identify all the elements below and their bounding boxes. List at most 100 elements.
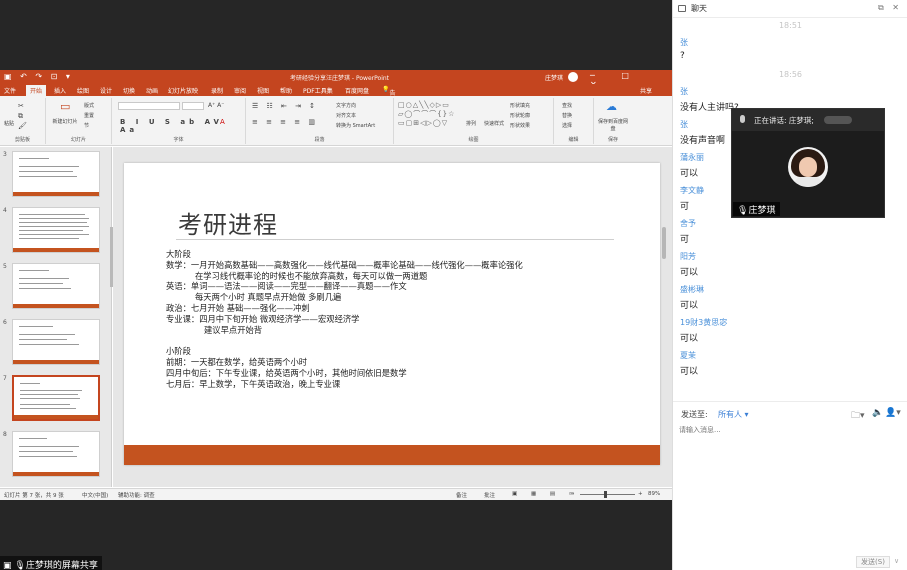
tab-draw[interactable]: 绘图 <box>77 86 89 95</box>
current-slide[interactable]: 考研进程 大阶段 数学：一月开始高数基础——高数强化——线代基础——概率论基础——… <box>124 163 660 465</box>
ribbon-tabs: 文件 开始 插入 绘图 设计 切换 动画 幻灯片放映 录制 审阅 视图 帮助 P… <box>0 84 672 169</box>
message-text: 可以 <box>680 367 699 377</box>
thumb-number: 3 <box>3 151 7 158</box>
slide-thumbnail-selected[interactable] <box>12 375 100 421</box>
slide-text-line: 英语：单词——语法——阅读——完型——翻译——真题——作文 <box>166 281 407 292</box>
zoom-slider[interactable] <box>580 494 635 495</box>
tab-insert[interactable]: 插入 <box>54 86 66 95</box>
accessibility-status[interactable]: 辅助功能: 调查 <box>118 491 155 499</box>
microphone-icon: 🎙 <box>737 206 749 216</box>
format-painter-icon[interactable]: 🖌 <box>18 122 27 130</box>
account-avatar[interactable] <box>568 72 578 82</box>
tab-review[interactable]: 审阅 <box>234 86 246 95</box>
file-icon[interactable]: 🗀▾ <box>851 408 865 424</box>
chat-window-controls[interactable]: ⧉ ✕ <box>878 3 902 13</box>
slide-text-line: 在学习线代概率论的时候也不能放弃高数，每天可以做一两道题 <box>195 270 428 281</box>
message-text: 可以 <box>680 268 699 278</box>
slide-text-line: 四月中旬后：下午专业课，给英语两个小时，其他时间依旧是数学 <box>166 367 407 378</box>
group-label-paragraph: 段落 <box>314 137 325 143</box>
paste-button[interactable]: 粘贴 <box>4 120 14 127</box>
shapes-gallery[interactable]: □○△╲╲◇▷▭ ▱◯⌒⌒⌒{}☆ ▭▢⊞◁▷◯▽ <box>398 101 455 128</box>
font-grow-icon[interactable]: A⁺ A⁻ <box>208 102 224 109</box>
smartart-button[interactable]: 转换为 SmartArt <box>336 122 375 129</box>
zoom-slider-thumb[interactable] <box>604 491 607 498</box>
font-color-icon[interactable]: A <box>220 118 225 126</box>
tab-home[interactable]: 开始 <box>26 85 47 96</box>
tab-help[interactable]: 帮助 <box>280 86 292 95</box>
slide-thumbnail[interactable] <box>12 151 100 197</box>
quick-access-toolbar[interactable]: ▣ ↶ ↷ ⊡ ▾ <box>4 72 73 81</box>
text-direction-button[interactable]: 文字方向 <box>336 102 356 109</box>
canvas-scrollbar[interactable] <box>662 227 666 259</box>
audio-icon[interactable]: 🔈 <box>872 408 883 418</box>
shape-outline-button[interactable]: 形状轮廓 <box>510 112 530 119</box>
comments-button[interactable]: 批注 <box>484 491 495 499</box>
tab-file[interactable]: 文件 <box>4 86 16 95</box>
slide-thumbnail[interactable] <box>12 431 100 477</box>
message-text: 可以 <box>680 334 699 344</box>
cloud-icon: ☁ <box>606 100 617 113</box>
send-to-select[interactable]: 所有人 ▾ <box>718 409 749 420</box>
arrange-button[interactable]: 排列 <box>466 120 476 127</box>
align-text-button[interactable]: 对齐文本 <box>336 112 356 119</box>
slide-thumbnail[interactable] <box>12 319 100 365</box>
shape-effects-button[interactable]: 形状效果 <box>510 122 530 129</box>
new-slide-button[interactable]: 新建幻灯片 <box>50 118 80 125</box>
tab-baidu-netdisk[interactable]: 百度网盘 <box>345 86 369 95</box>
slide-text-line: 大阶段 <box>166 249 191 259</box>
slide-thumbnail[interactable] <box>12 207 100 253</box>
list-buttons[interactable]: ☰ ☷ ⇤ ⇥ ↕ <box>252 102 318 110</box>
section-button[interactable]: 节 <box>84 122 89 129</box>
group-slides: ▭ 新建幻灯片 版式 重置 节 幻灯片 <box>46 98 112 144</box>
language-indicator[interactable]: 中文(中国) <box>82 491 108 499</box>
share-label-text: 庄梦琪的屏幕共享 <box>25 561 98 570</box>
message-text: 没有声音啊 <box>680 136 726 146</box>
tab-design[interactable]: 设计 <box>100 86 112 95</box>
zoom-out-icon[interactable]: − <box>570 491 575 497</box>
select-button[interactable]: 选择 <box>562 122 572 129</box>
chat-header: 聊天 ⧉ ✕ <box>673 0 907 18</box>
zoom-in-icon[interactable]: + <box>638 491 643 497</box>
chevron-down-icon[interactable]: ∨ <box>894 557 899 565</box>
slide-thumbnail[interactable] <box>12 263 100 309</box>
slide-text-line: 数学：一月开始高数基础——高数强化——线代基础——概率论基础——线代强化——概率… <box>166 259 523 270</box>
copy-icon[interactable]: ⧉ <box>18 112 23 121</box>
save-to-baidu-button[interactable]: 保存到百度网盘 <box>596 118 630 132</box>
slide-title[interactable]: 考研进程 <box>178 205 278 240</box>
chat-message-input[interactable] <box>679 423 901 437</box>
active-speaker-panel[interactable]: 正在讲话: 庄梦琪; 🎙庄梦琪 <box>731 108 885 218</box>
tell-me-box[interactable]: 💡 告诉我你想要做什么 <box>382 86 396 169</box>
group-label-drawing: 绘图 <box>468 137 479 143</box>
notes-button[interactable]: 备注 <box>456 491 467 499</box>
account-name[interactable]: 庄梦琪 <box>545 73 563 82</box>
tab-record[interactable]: 录制 <box>211 86 223 95</box>
font-size-select[interactable] <box>182 102 204 110</box>
message-text: 可以 <box>680 169 699 179</box>
document-title: 考研经验分享汪庄梦琪 - PowerPoint <box>290 75 390 82</box>
reset-button[interactable]: 重置 <box>84 112 94 119</box>
zoom-level[interactable]: 89% <box>648 491 660 497</box>
speaker-avatar <box>788 147 828 187</box>
font-family-select[interactable] <box>118 102 180 110</box>
layout-button[interactable]: 版式 <box>84 102 94 109</box>
chat-divider <box>673 401 907 402</box>
chat-icon <box>678 5 686 12</box>
font-style-buttons[interactable]: B I U S ab AV Aa <box>120 118 245 134</box>
tab-transitions[interactable]: 切换 <box>123 86 135 95</box>
group-font: A⁺ A⁻ B I U S ab AV Aa A 字体 <box>112 98 246 144</box>
tab-animations[interactable]: 动画 <box>146 86 158 95</box>
person-icon[interactable]: 👤▾ <box>885 408 901 418</box>
tab-pdf-tools[interactable]: PDF工具集 <box>303 86 333 95</box>
align-buttons[interactable]: ≡ ≡ ≡ ≡ ▥ <box>252 118 318 126</box>
shape-fill-button[interactable]: 形状填充 <box>510 102 530 109</box>
slide-body-text[interactable]: 大阶段 数学：一月开始高数基础——高数强化——线代基础——概率论基础——线代强化—… <box>166 249 523 390</box>
quick-styles-button[interactable]: 快速样式 <box>484 120 504 127</box>
replace-button[interactable]: 替换 <box>562 112 572 119</box>
tab-view[interactable]: 视图 <box>257 86 269 95</box>
tab-slideshow[interactable]: 幻灯片放映 <box>168 86 198 95</box>
cut-icon[interactable]: ✂ <box>18 102 24 110</box>
speaker-name: 庄梦琪 <box>748 206 776 216</box>
send-button[interactable]: 发送(S) <box>856 556 890 568</box>
share-button[interactable]: 共享 <box>640 86 652 95</box>
find-button[interactable]: 查找 <box>562 102 572 109</box>
